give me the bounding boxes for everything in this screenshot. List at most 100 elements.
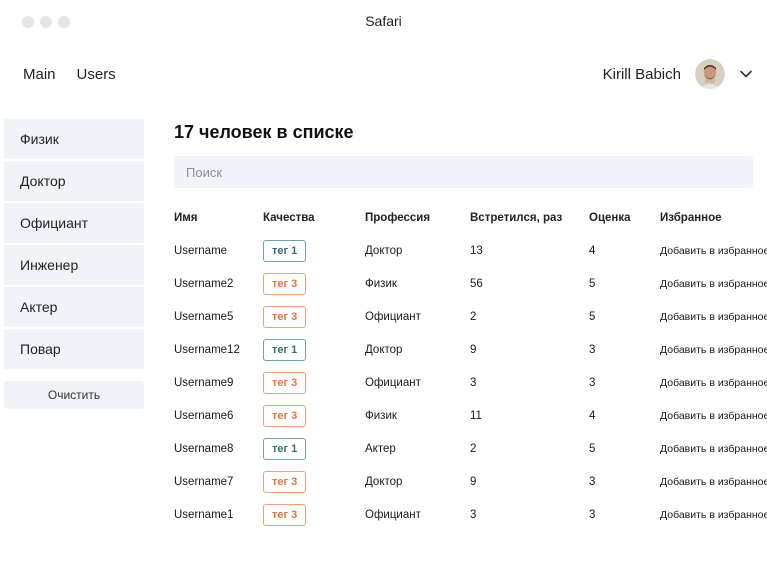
score-cell: 3 [589,343,596,356]
score-cell: 3 [589,376,596,389]
add-to-favorites-link[interactable]: Добавить в избранное [660,234,767,267]
search-input[interactable] [174,156,753,188]
user-name-cell: Username1 [174,508,234,521]
sidebar-item-physicist[interactable]: Физик [4,119,144,159]
nav-link-main[interactable]: Main [23,66,56,83]
score-cell: 3 [589,508,596,521]
profession-cell: Доктор [365,343,403,356]
tag-badge[interactable]: тег 1 [263,239,307,262]
column-header-favorite[interactable]: Избранное [660,201,722,234]
met-count-cell: 9 [470,475,477,488]
sidebar-item-actor[interactable]: Актер [4,287,144,327]
met-count-cell: 2 [470,310,477,323]
tag-badge[interactable]: тег 1 [263,437,307,460]
nav-link-users[interactable]: Users [77,66,116,83]
qualities-cell: тег 3 [263,366,307,399]
qualities-cell: тег 3 [263,399,307,432]
qualities-cell: тег 3 [263,267,307,300]
add-to-favorites-link[interactable]: Добавить в избранное [660,399,767,432]
table-row[interactable]: Username6 тег 3 Физик 11 4 Добавить в избранн… [174,399,767,432]
table-header: Имя Качества Профессия Встретился, раз О… [174,201,767,234]
add-to-favorites-link[interactable]: Добавить в избранное [660,432,767,465]
profession-cell: Доктор [365,244,403,257]
user-name-cell: Username5 [174,310,234,323]
user-menu[interactable]: Kirill Babich [603,59,753,89]
user-name-cell: Username [174,244,228,257]
qualities-cell: тег 1 [263,432,307,465]
qualities-cell: тег 1 [263,234,307,267]
met-count-cell: 3 [470,376,477,389]
score-cell: 4 [589,409,596,422]
column-header-met[interactable]: Встретился, раз [470,201,562,234]
qualities-cell: тег 3 [263,300,307,333]
profession-cell: Доктор [365,475,403,488]
profession-cell: Официант [365,376,421,389]
score-cell: 5 [589,310,596,323]
table-row[interactable]: Username5 тег 3 Официант 2 5 Добавить в избра… [174,300,767,333]
table-row[interactable]: Username9 тег 3 Официант 3 3 Добавить в избра… [174,366,767,399]
profession-cell: Актер [365,442,396,455]
score-cell: 4 [589,244,596,257]
score-cell: 3 [589,475,596,488]
profession-cell: Официант [365,310,421,323]
table-row[interactable]: Username2 тег 3 Физик 56 5 Добавить в избранн… [174,267,767,300]
avatar[interactable] [695,59,725,89]
tag-badge[interactable]: тег 3 [263,305,307,328]
qualities-cell: тег 3 [263,465,307,498]
met-count-cell: 56 [470,277,483,290]
tag-badge[interactable]: тег 3 [263,503,307,526]
score-cell: 5 [589,277,596,290]
user-name-cell: Username2 [174,277,234,290]
sidebar-item-waiter[interactable]: Официант [4,203,144,243]
add-to-favorites-link[interactable]: Добавить в избранное [660,498,767,531]
user-name: Kirill Babich [602,65,681,83]
column-header-name[interactable]: Имя [174,201,197,234]
window-title: Safari [365,13,402,29]
tag-badge[interactable]: тег 1 [263,338,307,361]
sidebar-item-engineer[interactable]: Инженер [4,245,144,285]
score-cell: 5 [589,442,596,455]
user-name-cell: Username9 [174,376,234,389]
user-name-cell: Username7 [174,475,234,488]
met-count-cell: 2 [470,442,477,455]
met-count-cell: 9 [470,343,477,356]
column-header-score[interactable]: Оценка [589,201,631,234]
qualities-cell: тег 1 [263,333,307,366]
table-row[interactable]: Username12 тег 1 Доктор 9 3 Добавить в избран… [174,333,767,366]
add-to-favorites-link[interactable]: Добавить в избранное [660,333,767,366]
user-name-cell: Username8 [174,442,234,455]
qualities-cell: тег 3 [263,498,307,531]
profession-cell: Физик [365,277,397,290]
table-row[interactable]: Username тег 1 Доктор 13 4 Добавить в избранн… [174,234,767,267]
column-header-qualities[interactable]: Качества [263,201,315,234]
sidebar: Физик Доктор Официант Инженер Актер Пова… [4,119,144,409]
sidebar-item-doctor[interactable]: Доктор [4,161,144,201]
tag-badge[interactable]: тег 3 [263,272,307,295]
column-header-profession[interactable]: Профессия [365,201,430,234]
table-row[interactable]: Username1 тег 3 Официант 3 3 Добавить в избра… [174,498,767,531]
met-count-cell: 3 [470,508,477,521]
clear-button[interactable]: Очистить [4,381,144,409]
met-count-cell: 13 [470,244,483,257]
tag-badge[interactable]: тег 3 [263,404,307,427]
user-name-cell: Username6 [174,409,234,422]
table-row[interactable]: Username7 тег 3 Доктор 9 3 Добавить в избранн… [174,465,767,498]
user-name-cell: Username12 [174,343,240,356]
tag-badge[interactable]: тег 3 [263,371,307,394]
profession-cell: Физик [365,409,397,422]
add-to-favorites-link[interactable]: Добавить в избранное [660,300,767,333]
users-table: Имя Качества Профессия Встретился, раз О… [174,201,767,531]
add-to-favorites-link[interactable]: Добавить в избранное [660,366,767,399]
add-to-favorites-link[interactable]: Добавить в избранное [660,267,767,300]
chevron-down-icon[interactable] [739,67,753,81]
sidebar-item-cook[interactable]: Повар [4,329,144,369]
table-body: Username тег 1 Доктор 13 4 Добавить в избранн… [174,234,767,531]
top-nav: Main Users [23,66,116,83]
met-count-cell: 11 [470,409,482,422]
profession-cell: Официант [365,508,421,521]
window-titlebar: Safari [0,0,767,44]
page-title: 17 человек в списке [174,122,354,142]
tag-badge[interactable]: тег 3 [263,470,307,493]
table-row[interactable]: Username8 тег 1 Актер 2 5 Добавить в избранно… [174,432,767,465]
add-to-favorites-link[interactable]: Добавить в избранное [660,465,767,498]
